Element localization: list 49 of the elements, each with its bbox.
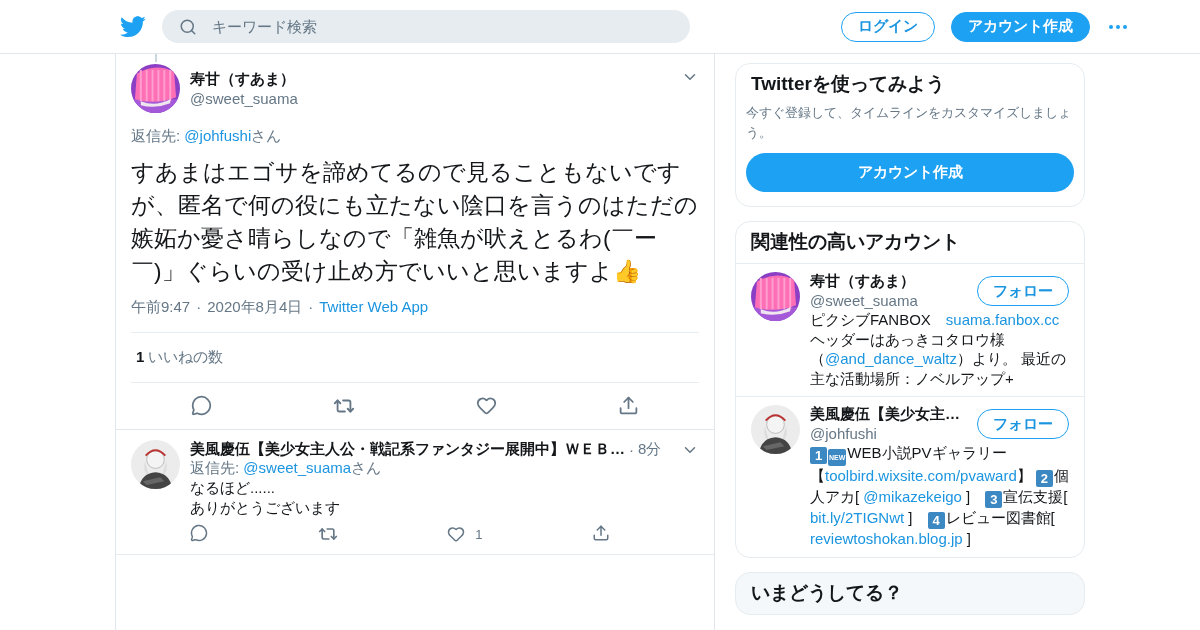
signup-button[interactable]: アカウント作成 [951, 11, 1090, 42]
bio-link[interactable]: toolbird.wixsite.com/pvaward [825, 467, 1017, 484]
follow-button[interactable]: フォロー [977, 276, 1069, 306]
signup-button[interactable]: アカウント作成 [746, 153, 1074, 192]
user-name[interactable]: 美風慶伍【美少女主… [810, 405, 977, 424]
reply-icon[interactable] [191, 395, 213, 416]
login-button[interactable]: ログイン [841, 11, 935, 42]
bio-link[interactable]: reviewtoshokan.blog.jp [810, 530, 963, 547]
card-text: 今すぐ登録して、タイムラインをカスタマイズしましょう。 [746, 104, 1072, 142]
like-icon[interactable] [447, 525, 466, 543]
account-bio: ピクシブFANBOX suama.fanbox.cc ヘッダーはあっきコタロウ様（@and_dance_waltz）より。 最近の主な活動場所：ノベルアップ+ [810, 310, 1068, 388]
follow-button[interactable]: フォロー [977, 409, 1069, 439]
timestamp[interactable]: 8分 [638, 440, 662, 459]
user-name[interactable]: 美風慶伍【美少女主人公・戦記系ファンタジー展開中】ＷＥＢ… [190, 440, 625, 459]
bio-link[interactable]: bit.ly/2TIGNwt [810, 509, 905, 526]
meta-text: · [196, 298, 202, 317]
reply-icon[interactable] [190, 524, 208, 542]
user-name[interactable]: 寿甘（すあま） [810, 272, 977, 291]
like-count: 1 [475, 526, 483, 542]
bio-link[interactable]: suama.fanbox.cc [945, 311, 1060, 328]
meta-text: 2020年8月4日 [207, 298, 303, 317]
meta-text: · [308, 298, 314, 317]
source-link[interactable]: Twitter Web App [319, 298, 429, 317]
search-icon [179, 18, 197, 36]
user-name[interactable]: 寿甘（すあま） [190, 70, 671, 89]
user-handle[interactable]: @sweet_suama [810, 292, 977, 309]
share-icon[interactable] [617, 395, 639, 416]
bio-link[interactable]: @mikazekeigo [863, 488, 962, 505]
reply-text: ありがとうございます [190, 498, 341, 518]
like-icon[interactable] [475, 395, 497, 416]
bio-link[interactable]: @and_dance_waltz [825, 350, 957, 367]
meta-text: 午前9:47 [131, 298, 191, 317]
mention-link[interactable]: @sweet_suama [243, 459, 352, 476]
share-icon[interactable] [591, 524, 610, 542]
mention-link[interactable]: @johfushi [184, 127, 252, 144]
reply-to-text: 返信先: @johfushiさん [131, 127, 283, 146]
user-handle[interactable]: @johfushi [810, 425, 977, 442]
like-label[interactable]: いいねの数 [148, 348, 224, 367]
meta-text: · [629, 441, 634, 458]
like-count[interactable]: 1 [136, 348, 145, 367]
search-field[interactable]: キーワード検索 [162, 10, 690, 43]
bird-logo-icon[interactable] [120, 15, 146, 38]
reply-to-text: 返信先: @sweet_suamaさん [190, 459, 383, 478]
card-title: いまどうしてる？ [750, 580, 904, 605]
reply-text: なるほど...... [190, 478, 276, 498]
card-title: 関連性の高いアカウント [750, 230, 961, 254]
card-title: Twitterを使ってみよう [750, 72, 946, 95]
tweet-text: すあまはエゴサを諦めてるので見ることもないですが、匿名で何の役にも立たない陰口を言うのはただの嫉妬か憂さ晴らしなので「雑魚が吠えとるわ(￣ー￣)」ぐらいの受け止め方でいいと思いますよ👍 [131, 159, 699, 286]
user-handle[interactable]: @sweet_suama [190, 90, 671, 107]
